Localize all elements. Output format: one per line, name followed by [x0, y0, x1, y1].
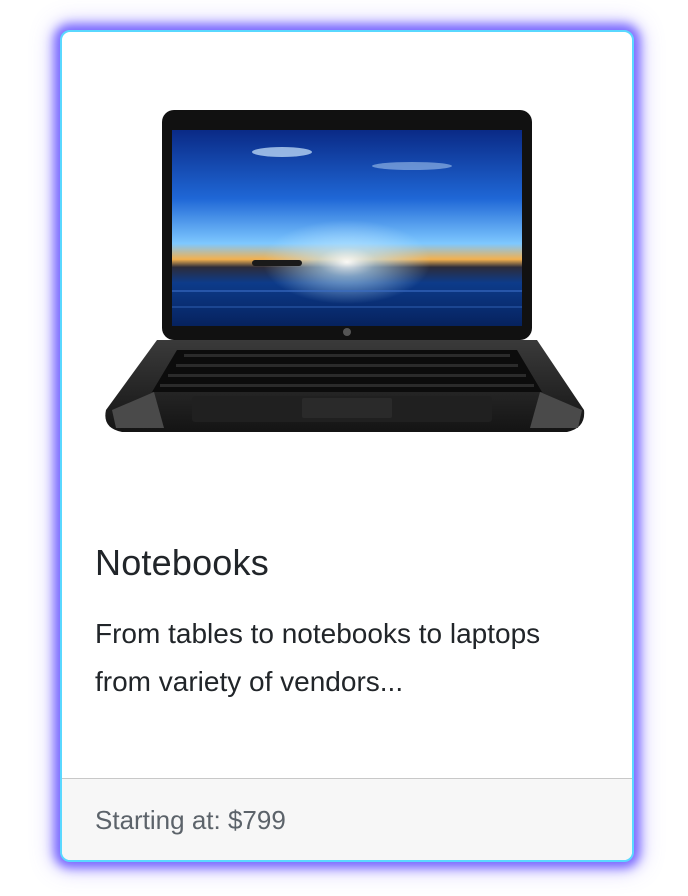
laptop-image	[105, 110, 585, 432]
card-title: Notebooks	[95, 542, 269, 583]
card-description: From tables to notebooks to laptops from…	[95, 618, 541, 697]
product-card[interactable]: Notebooks From tables to notebooks to la…	[60, 30, 634, 862]
starting-price: Starting at: $799	[95, 805, 286, 835]
card-footer: Starting at: $799	[62, 778, 632, 860]
